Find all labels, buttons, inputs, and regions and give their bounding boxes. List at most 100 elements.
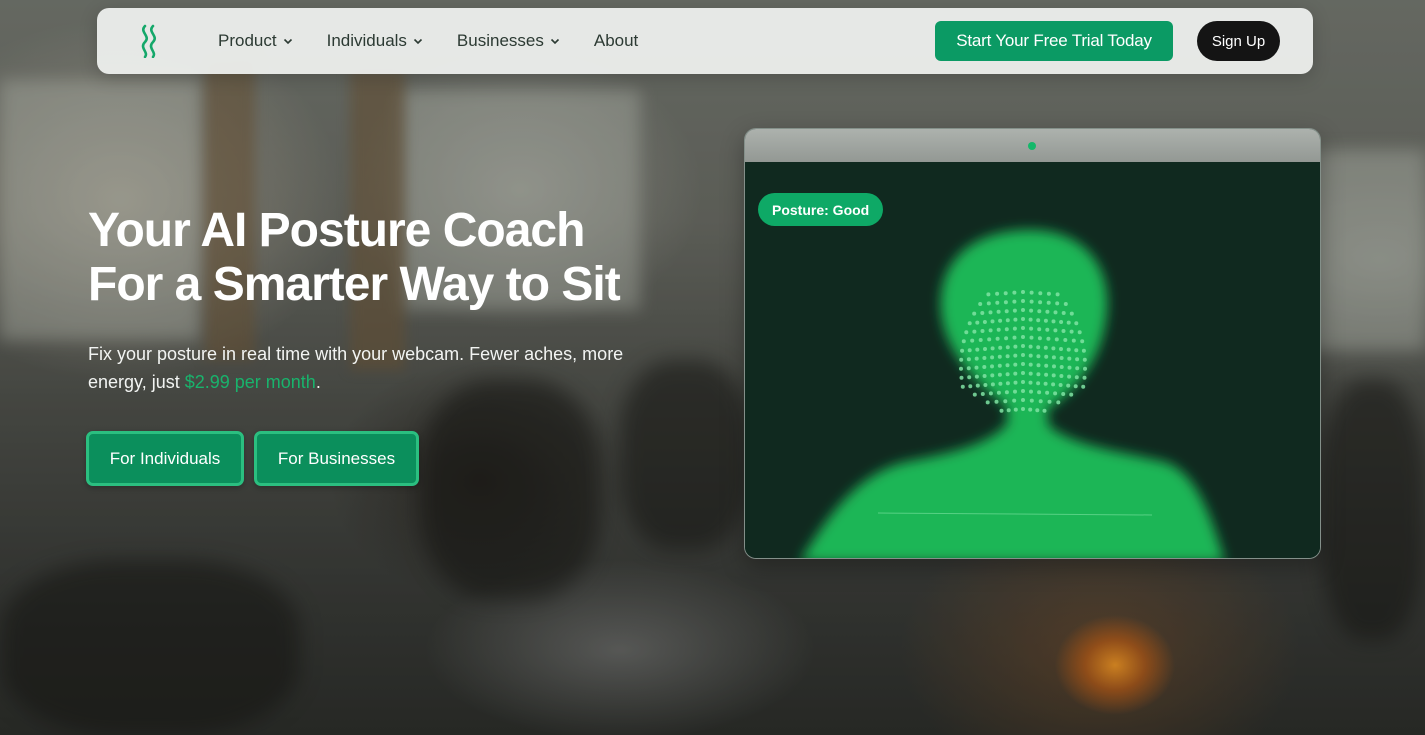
face-mesh-dot bbox=[1021, 353, 1025, 357]
face-mesh-dot bbox=[1012, 308, 1017, 313]
nav-item-label: Individuals bbox=[326, 31, 407, 50]
face-mesh-dot bbox=[1013, 407, 1018, 412]
face-mesh-dot bbox=[980, 311, 985, 315]
nav-item-about[interactable]: About bbox=[594, 31, 638, 51]
face-mesh-dot bbox=[974, 365, 979, 370]
face-mesh-dot bbox=[1063, 302, 1068, 306]
face-mesh-dot bbox=[978, 338, 983, 342]
webcam-feed: Posture: Good bbox=[745, 162, 1320, 558]
face-mesh-dot bbox=[1045, 309, 1050, 314]
face-mesh-dot bbox=[995, 336, 1000, 341]
face-mesh-dot bbox=[1073, 384, 1078, 389]
face-mesh-dot bbox=[1036, 363, 1041, 368]
face-mesh-dot bbox=[1004, 309, 1009, 314]
face-mesh-dot bbox=[1029, 299, 1034, 304]
face-mesh-dot bbox=[1013, 389, 1017, 394]
face-mesh-dot bbox=[1051, 346, 1056, 351]
face-mesh-dot bbox=[982, 365, 987, 369]
face-mesh-dot bbox=[1080, 339, 1085, 344]
face-mesh-dot bbox=[1066, 347, 1071, 352]
face-mesh-dot bbox=[1005, 318, 1010, 323]
for-businesses-button[interactable]: For Businesses bbox=[254, 431, 419, 486]
posture-status-badge: Posture: Good bbox=[758, 193, 884, 226]
nav-item-businesses[interactable]: Businesses bbox=[457, 31, 560, 51]
face-mesh-dot bbox=[975, 320, 980, 325]
face-mesh-dot bbox=[1067, 356, 1072, 361]
face-mesh-dot bbox=[970, 338, 975, 343]
face-mesh-dot bbox=[1056, 400, 1061, 405]
nav-item-product[interactable]: Product bbox=[218, 31, 293, 51]
face-mesh-dot bbox=[978, 302, 983, 306]
face-mesh-dot bbox=[1055, 301, 1060, 306]
face-mesh-dot bbox=[1038, 291, 1043, 296]
face-mesh-dot bbox=[1036, 354, 1041, 359]
face-mesh-dot bbox=[1074, 321, 1079, 326]
face-mesh-dot bbox=[967, 321, 972, 326]
face-mesh-dot bbox=[1053, 310, 1058, 315]
face-mesh-dot bbox=[1021, 380, 1025, 384]
face-mesh-dot bbox=[1052, 364, 1056, 369]
face-mesh-dot bbox=[1029, 290, 1034, 295]
face-mesh-dot bbox=[1083, 366, 1087, 371]
face-mesh-dot bbox=[1037, 390, 1042, 395]
face-mesh-dot bbox=[1004, 336, 1009, 341]
hero-title-line-2: For a Smarter Way to Sit bbox=[88, 258, 621, 311]
face-mesh-dot bbox=[1045, 390, 1050, 395]
face-mesh-dot bbox=[1035, 408, 1040, 413]
face-mesh-dot bbox=[961, 339, 966, 344]
face-mesh-dot bbox=[1012, 398, 1017, 403]
face-mesh-dot bbox=[1029, 398, 1034, 403]
face-mesh-dot bbox=[1071, 338, 1076, 343]
face-mesh-dot bbox=[1013, 380, 1018, 385]
face-mesh-dot bbox=[972, 329, 977, 334]
hero-subtitle-text: Fix your posture in real time with your … bbox=[88, 344, 624, 392]
face-mesh-dot bbox=[1036, 381, 1041, 386]
face-mesh-dot bbox=[1037, 309, 1042, 314]
hero-subtitle-period: . bbox=[315, 372, 321, 392]
face-mesh-dot bbox=[990, 364, 994, 369]
brand-logo-icon[interactable] bbox=[137, 24, 163, 58]
face-mesh-dot bbox=[1075, 366, 1080, 371]
face-mesh-dot bbox=[1013, 362, 1018, 367]
face-mesh-dot bbox=[1063, 338, 1068, 342]
hero-title: Your AI Posture Coach For a Smarter Way … bbox=[88, 204, 708, 312]
face-mesh-dot bbox=[1005, 345, 1010, 350]
face-mesh-dot bbox=[1059, 320, 1064, 324]
face-mesh-dot bbox=[974, 374, 979, 379]
face-mesh-dot bbox=[997, 354, 1002, 359]
nav-links: Product Individuals Businesses About bbox=[218, 8, 638, 74]
for-individuals-button[interactable]: For Individuals bbox=[86, 431, 244, 486]
face-mesh-dot bbox=[1036, 345, 1041, 350]
face-mesh-dot bbox=[1029, 335, 1034, 340]
face-mesh-dot bbox=[1037, 327, 1042, 332]
start-free-trial-button[interactable]: Start Your Free Trial Today bbox=[935, 21, 1173, 61]
face-mesh-dot bbox=[967, 375, 972, 380]
face-mesh-dot bbox=[1053, 391, 1058, 396]
face-mesh-dot bbox=[1046, 336, 1051, 341]
face-mesh-dot bbox=[987, 337, 992, 342]
face-mesh-dot bbox=[959, 366, 963, 371]
face-mesh-dot bbox=[960, 348, 965, 353]
face-mesh-dot bbox=[1066, 320, 1071, 325]
face-mesh-dot bbox=[1069, 392, 1074, 397]
face-mesh-dot bbox=[1061, 392, 1066, 396]
face-mesh-dot bbox=[1004, 390, 1009, 395]
face-mesh-dot bbox=[1059, 365, 1064, 369]
face-mesh-dot bbox=[1028, 371, 1033, 376]
nav-item-individuals[interactable]: Individuals bbox=[327, 31, 423, 51]
face-mesh-dot bbox=[1044, 363, 1049, 368]
face-mesh-dot bbox=[1043, 318, 1048, 323]
sign-up-button[interactable]: Sign Up bbox=[1197, 21, 1280, 61]
face-mesh-dot bbox=[1038, 300, 1043, 305]
face-mesh-dot bbox=[1042, 408, 1047, 413]
face-mesh-dot bbox=[1003, 300, 1008, 305]
face-mesh-dot bbox=[959, 357, 964, 362]
face-mesh-dot bbox=[959, 375, 964, 380]
face-mesh-dot bbox=[1043, 345, 1048, 350]
face-mesh-dot bbox=[982, 320, 987, 324]
face-mesh-dot bbox=[1028, 317, 1033, 322]
face-mesh-dot bbox=[990, 355, 995, 360]
face-mesh-dot bbox=[990, 319, 995, 324]
hero-title-line-1: Your AI Posture Coach bbox=[88, 204, 585, 257]
face-mesh-dot bbox=[998, 381, 1003, 386]
